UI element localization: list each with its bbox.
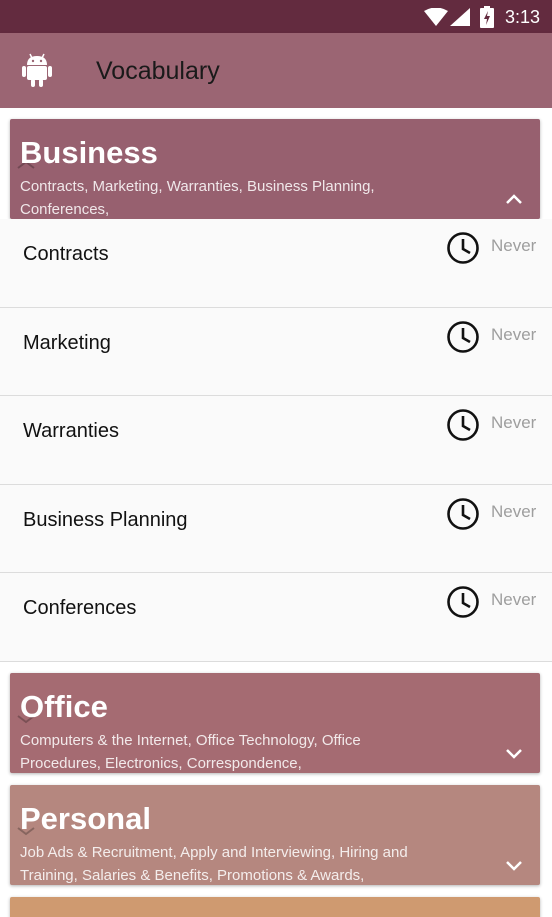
wifi-icon	[424, 7, 448, 31]
clock-icon	[446, 320, 480, 359]
last-studied-label: Never	[491, 324, 537, 344]
topic-label: Conferences	[23, 597, 137, 619]
category-card-next[interactable]	[10, 897, 540, 917]
chevron-up-icon[interactable]	[504, 192, 524, 211]
android-icon	[22, 53, 52, 92]
category-card-business[interactable]: Business Contracts, Marketing, Warrantie…	[10, 119, 540, 219]
category-subtitle: Job Ads & Recruitment, Apply and Intervi…	[20, 844, 408, 884]
clock-icon	[446, 231, 480, 270]
topic-label: Business Planning	[23, 508, 188, 531]
category-subtitle: Contracts, Marketing, Warranties, Busine…	[20, 178, 375, 218]
topic-label: Warranties	[23, 420, 119, 442]
clock-icon	[446, 497, 480, 536]
category-list: Business Contracts, Marketing, Warrantie…	[0, 108, 552, 917]
battery-charging-icon	[480, 6, 494, 33]
last-studied-label: Never	[491, 236, 537, 255]
category-card-personal[interactable]: Personal Job Ads & Recruitment, Apply an…	[10, 785, 540, 885]
category-subtitle: Computers & the Internet, Office Technol…	[20, 732, 361, 772]
clock-icon	[446, 408, 480, 447]
category-card-office[interactable]: Office Computers & the Internet, Office …	[10, 673, 540, 773]
topic-row[interactable]: Marketing Never	[0, 307, 552, 396]
last-studied-label: Never	[491, 413, 537, 432]
category-title: Business	[20, 135, 158, 170]
status-time: 3:13	[504, 7, 540, 27]
signal-icon	[450, 8, 470, 31]
last-studied-label: Never	[491, 590, 537, 609]
clock-icon	[446, 585, 480, 624]
topic-label: Marketing	[23, 331, 111, 354]
topic-row[interactable]: Warranties Never	[0, 396, 552, 485]
app-bar: Vocabulary	[0, 33, 552, 108]
topic-list-business: Contracts Never Marketing Never Warranti…	[0, 219, 552, 662]
category-title: Office	[20, 689, 108, 724]
category-title: Personal	[20, 801, 151, 836]
topic-row[interactable]: Conferences Never	[0, 573, 552, 662]
topic-row[interactable]: Contracts Never	[0, 219, 552, 308]
chevron-down-icon[interactable]	[504, 746, 524, 765]
topic-label: Contracts	[23, 243, 109, 265]
page-title: Vocabulary	[96, 57, 220, 85]
last-studied-label: Never	[491, 501, 537, 521]
chevron-down-icon[interactable]	[504, 858, 524, 877]
topic-row[interactable]: Business Planning Never	[0, 484, 552, 573]
status-bar: 3:13	[0, 0, 552, 33]
